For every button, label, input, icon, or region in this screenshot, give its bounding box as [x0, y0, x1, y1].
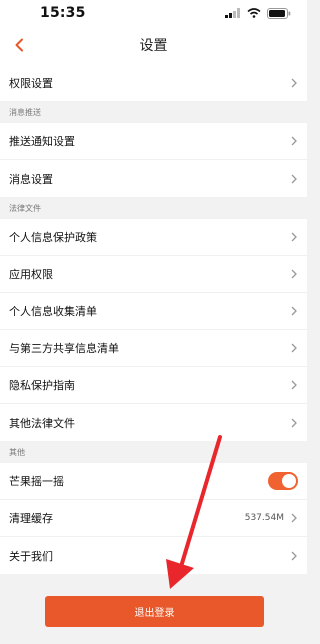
status-time: 15:35	[40, 5, 86, 21]
settings-group-push: 推送通知设置 消息设置	[0, 123, 307, 197]
chevron-right-icon	[291, 380, 297, 390]
chevron-right-icon	[291, 343, 297, 353]
status-icons	[225, 7, 291, 19]
row-right: 537.54M	[245, 513, 298, 523]
section-header-legal: 法律文件	[0, 197, 307, 219]
chevron-right-icon	[291, 269, 297, 279]
cache-size: 537.54M	[244, 513, 284, 523]
toggle-knob	[282, 474, 296, 488]
row-privacy-policy[interactable]: 个人信息保护政策	[0, 219, 307, 256]
settings-group-top: 权限设置	[0, 64, 307, 101]
section-header-push: 消息推送	[0, 101, 307, 123]
row-clear-cache[interactable]: 清理缓存 537.54M	[0, 500, 307, 537]
row-label: 其他法律文件	[9, 416, 75, 430]
status-bar: 15:35	[0, 0, 307, 26]
row-label: 隐私保护指南	[9, 379, 75, 392]
row-label: 个人信息保护政策	[9, 231, 97, 244]
chevron-right-icon	[291, 418, 297, 427]
row-shake: 芒果摇一摇	[0, 463, 307, 500]
section-header-other: 其他	[0, 441, 307, 463]
row-privacy-guide[interactable]: 隐私保护指南	[0, 367, 307, 404]
row-info-collection[interactable]: 个人信息收集清单	[0, 293, 307, 330]
row-permissions[interactable]: 权限设置	[0, 64, 307, 101]
chevron-right-icon	[291, 513, 297, 523]
back-button[interactable]	[14, 34, 32, 56]
row-label: 芒果摇一摇	[9, 475, 64, 488]
settings-group-legal: 个人信息保护政策 应用权限 个人信息收集清单 与第三方共享信息清单 隐私保护指南…	[0, 219, 307, 441]
chevron-right-icon	[291, 174, 297, 183]
chevron-right-icon	[291, 551, 297, 560]
shake-toggle[interactable]	[268, 472, 298, 490]
signal-icon	[225, 8, 240, 18]
row-label: 消息设置	[9, 172, 53, 186]
row-message-settings[interactable]: 消息设置	[0, 160, 307, 197]
chevron-right-icon	[291, 78, 297, 87]
row-app-permissions[interactable]: 应用权限	[0, 256, 307, 293]
row-label: 推送通知设置	[9, 135, 75, 148]
chevron-left-icon	[15, 38, 23, 52]
row-label: 应用权限	[9, 268, 53, 281]
chevron-right-icon	[291, 232, 297, 242]
logout-button[interactable]: 退出登录	[45, 596, 264, 627]
chevron-right-icon	[291, 136, 297, 146]
battery-icon	[267, 7, 291, 19]
row-label: 权限设置	[9, 76, 53, 90]
settings-group-other: 芒果摇一摇 清理缓存 537.54M 关于我们	[0, 463, 307, 574]
row-about[interactable]: 关于我们	[0, 537, 307, 574]
chevron-right-icon	[291, 306, 297, 316]
row-label: 清理缓存	[9, 512, 53, 525]
wifi-icon	[247, 8, 261, 18]
row-label: 与第三方共享信息清单	[9, 342, 119, 355]
row-other-legal[interactable]: 其他法律文件	[0, 404, 307, 441]
nav-bar: 设置	[0, 26, 307, 64]
row-label: 个人信息收集清单	[9, 305, 97, 318]
row-push-settings[interactable]: 推送通知设置	[0, 123, 307, 160]
row-third-party[interactable]: 与第三方共享信息清单	[0, 330, 307, 367]
page-title: 设置	[139, 38, 168, 54]
row-label: 关于我们	[9, 549, 53, 563]
